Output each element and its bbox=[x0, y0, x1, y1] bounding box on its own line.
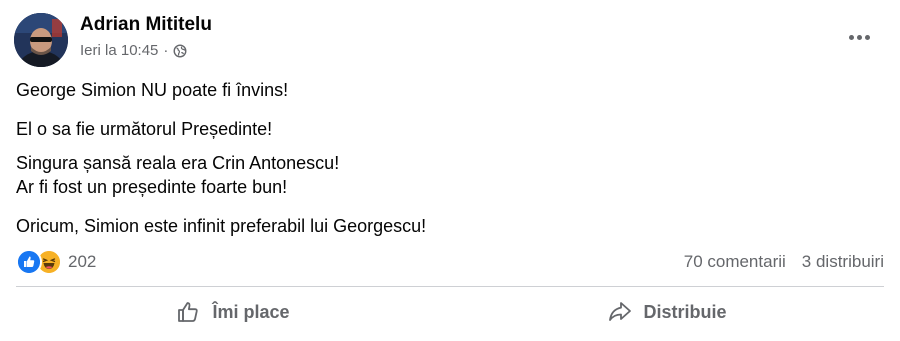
engagement-counts: 70 comentarii 3 distribuiri bbox=[684, 252, 884, 272]
author-name[interactable]: Adrian Mititelu bbox=[80, 14, 212, 36]
avatar[interactable] bbox=[14, 13, 68, 67]
shares-count[interactable]: 3 distribuiri bbox=[802, 252, 884, 272]
post-actions: Îmi place Distribuie bbox=[16, 290, 884, 334]
post-timestamp[interactable]: Ieri la 10:45 bbox=[80, 42, 158, 59]
post-meta: Ieri la 10:45 · bbox=[80, 42, 187, 59]
share-button-label: Distribuie bbox=[643, 301, 727, 322]
avatar-image bbox=[14, 13, 68, 67]
post-text-line: Oricum, Simion este infinit preferabil l… bbox=[16, 216, 427, 236]
actions-divider bbox=[16, 286, 884, 287]
post-text-line: Singura șansă reala era Crin Antonescu! bbox=[16, 153, 340, 173]
share-button[interactable]: Distribuie bbox=[450, 290, 884, 334]
facebook-post: Adrian Mititelu Ieri la 10:45 · George S… bbox=[0, 0, 900, 341]
like-icon bbox=[16, 249, 42, 275]
reaction-count: 202 bbox=[68, 252, 97, 271]
share-icon bbox=[609, 302, 632, 321]
more-options-icon[interactable] bbox=[844, 22, 874, 52]
post-text-line: George Simion NU poate fi învins! bbox=[16, 80, 289, 100]
post-text-line: Ar fi fost un președinte foarte bun! bbox=[16, 177, 288, 197]
thumbs-up-icon bbox=[178, 302, 199, 322]
reactions-summary[interactable]: 202 bbox=[16, 249, 96, 275]
globe-icon[interactable] bbox=[173, 44, 187, 58]
meta-separator: · bbox=[163, 42, 169, 59]
post-stats: 202 70 comentarii 3 distribuiri bbox=[16, 249, 884, 275]
comments-count[interactable]: 70 comentarii bbox=[684, 252, 786, 272]
post-text-line: El o sa fie următorul Președinte! bbox=[16, 119, 273, 139]
like-button-label: Îmi place bbox=[212, 301, 290, 322]
like-button[interactable]: Îmi place bbox=[16, 290, 450, 334]
